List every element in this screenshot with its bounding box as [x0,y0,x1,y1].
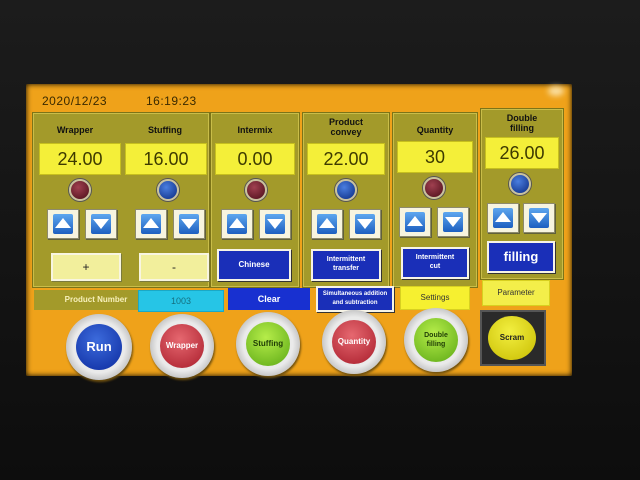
wrapper-action-label: Wrapper [160,324,204,368]
intermittent-transfer-label-1: Intermittent [326,256,366,263]
panel-wrapper-stuffing: Wrapper Stuffing 24.00 16.00 + - [32,112,210,288]
intermittent-cut-label-2: cut [429,263,441,270]
stuffing-action-label: Stuffing [246,322,290,366]
wrapper-value: 24.00 [39,143,121,175]
settings-button[interactable]: Settings [400,286,470,310]
up-arrow-icon [55,218,71,228]
double-title-line2: filling [510,123,534,133]
scram-button-label: Scram [488,316,536,360]
intermittent-cut-button[interactable]: Intermittent cut [401,247,469,279]
wrapper-up-button[interactable] [47,209,79,239]
stuffing-up-button[interactable] [135,209,167,239]
wrapper-title: Wrapper [56,125,94,135]
filling-button[interactable]: filling [487,241,555,273]
panel-double-filling: Double filling 26.00 filling [480,108,564,280]
convey-up-button[interactable] [311,209,343,239]
up-arrow-icon [319,218,335,228]
quantity-title: Quantity [416,125,454,135]
intermix-indicator [245,179,267,201]
hmi-screen: 2020/12/23 16:19:23 Wrapper Stuffing 24.… [26,84,572,380]
run-button-label: Run [76,324,122,370]
intermix-value: 0.00 [215,143,295,175]
run-button[interactable]: Run [66,314,132,380]
wrapper-action-button[interactable]: Wrapper [150,314,214,378]
parameter-button[interactable]: Parameter [482,280,550,306]
stuffing-down-button[interactable] [173,209,205,239]
quantity-down-button[interactable] [437,207,469,237]
convey-title-line2: convey [330,127,362,137]
double-filling-action-button[interactable]: Double filling [404,308,468,372]
double-filling-action-label: Double filling [414,318,458,362]
double-filling-up-button[interactable] [487,203,519,233]
down-arrow-icon [181,219,197,229]
intermittent-transfer-button[interactable]: Intermittent transfer [311,249,381,281]
quantity-up-button[interactable] [399,207,431,237]
clear-button[interactable]: Clear [228,288,310,310]
stuffing-value: 16.00 [125,143,207,175]
down-arrow-icon [267,219,283,229]
double-filling-value: 26.00 [485,137,559,169]
stuffing-indicator [157,179,179,201]
panel-intermix: Intermix 0.00 Chinese [210,112,300,288]
up-arrow-icon [495,212,511,222]
quantity-value: 30 [397,141,473,173]
simultaneous-label-1: Simultaneous addition [322,291,388,297]
intermittent-cut-label-1: Intermittent [415,254,455,261]
simultaneous-button[interactable]: Simultaneous addition and subtraction [316,286,394,312]
intermix-down-button[interactable] [259,209,291,239]
quantity-action-button[interactable]: Quantity [322,310,386,374]
wrapper-indicator [69,179,91,201]
convey-down-button[interactable] [349,209,381,239]
up-arrow-icon [229,218,245,228]
status-bar: 2020/12/23 16:19:23 [26,84,572,108]
up-arrow-icon [407,216,423,226]
intermittent-transfer-label-2: transfer [332,265,360,272]
panel-quantity: Quantity 30 Intermittent cut [392,112,478,288]
screen-glare [548,86,564,96]
down-arrow-icon [93,219,109,229]
up-arrow-icon [143,218,159,228]
intermix-title: Intermix [237,125,273,135]
double-filling-action-line1: Double [424,332,448,339]
intermix-up-button[interactable] [221,209,253,239]
convey-value: 22.00 [307,143,385,175]
stuffing-action-button[interactable]: Stuffing [236,312,300,376]
scram-button[interactable]: Scram [480,310,546,366]
simultaneous-label-2: and subtraction [332,300,378,306]
double-title-line1: Double [506,113,538,123]
stuffing-title: Stuffing [148,125,182,135]
convey-indicator [335,179,357,201]
down-arrow-icon [531,213,547,223]
panel-product-convey: Product convey 22.00 Intermittent transf… [302,112,390,288]
product-number-field[interactable]: 1003 [138,290,224,312]
quantity-indicator [423,177,445,199]
chinese-language-button[interactable]: Chinese [217,249,291,281]
wrapper-down-button[interactable] [85,209,117,239]
plus-button[interactable]: + [51,253,121,281]
convey-title-line1: Product [328,117,363,127]
time-display: 16:19:23 [146,94,197,108]
down-arrow-icon [357,219,373,229]
quantity-action-label: Quantity [332,320,376,364]
double-filling-action-line2: filling [426,341,446,348]
down-arrow-icon [445,217,461,227]
double-filling-indicator [509,173,531,195]
date-display: 2020/12/23 [42,94,108,108]
double-filling-down-button[interactable] [523,203,555,233]
minus-button[interactable]: - [139,253,209,281]
